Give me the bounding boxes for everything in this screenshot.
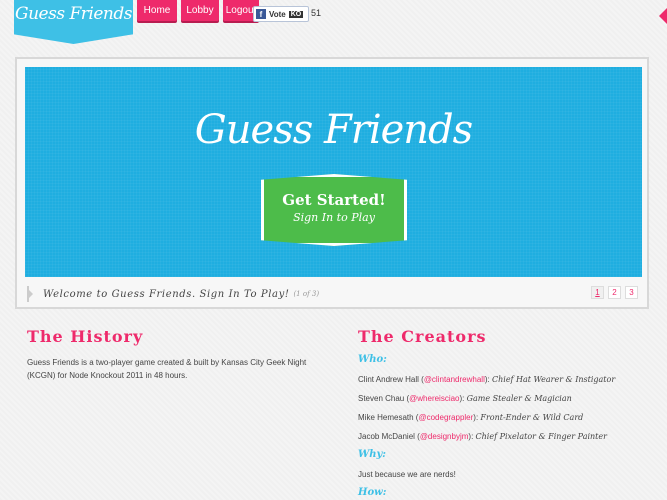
page-3[interactable]: 3 xyxy=(625,286,638,299)
creators-section: The Creators Who: Clint Andrew Hall (@cl… xyxy=(358,327,658,498)
creator-name: Clint Andrew Hall ( xyxy=(358,375,424,384)
arrow-left-icon[interactable] xyxy=(659,8,667,24)
creator-role: Front-Ender & Wild Card xyxy=(480,413,584,422)
slide-caption: Welcome to Guess Friends. Sign In To Pla… xyxy=(43,288,290,300)
creator-name: Steven Chau ( xyxy=(358,394,410,403)
slide-count: (1 of 3) xyxy=(293,290,320,298)
page-1[interactable]: 1 xyxy=(591,286,604,299)
nav-home[interactable]: Home xyxy=(137,0,177,21)
cta-sub-label: Sign In to Play xyxy=(293,211,375,224)
creator-item: Steven Chau (@whereisciao): Game Stealer… xyxy=(358,394,658,403)
creator-role: Game Stealer & Magician xyxy=(466,394,572,403)
why-text: Just because we are nerds! xyxy=(358,470,456,479)
history-section: The History Guess Friends is a two-playe… xyxy=(27,327,317,382)
history-text: Guess Friends is a two-player game creat… xyxy=(27,358,307,380)
main-nav: Home Lobby Logout xyxy=(137,0,259,21)
creators-heading: The Creators xyxy=(358,327,487,346)
creator-close: ): xyxy=(484,375,490,384)
how-label: How: xyxy=(358,487,387,498)
creator-close: ): xyxy=(473,413,479,422)
ko-badge: KO xyxy=(288,10,304,18)
creator-handle-link[interactable]: @designbyjm xyxy=(420,432,469,441)
creator-handle-link[interactable]: @clintandrewhall xyxy=(424,375,485,384)
logo-text: Guess Friends xyxy=(15,4,132,24)
history-heading: The History xyxy=(27,327,144,346)
site-logo[interactable]: Guess Friends xyxy=(14,0,133,44)
creator-name: Jacob McDaniel ( xyxy=(358,432,420,441)
vote-button[interactable]: f Vote KO xyxy=(253,6,309,22)
creator-name: Mike Hemesath ( xyxy=(358,413,419,422)
hero-banner: Guess Friends Get Started! Sign In to Pl… xyxy=(25,67,642,277)
cta-main-label: Get Started! xyxy=(282,191,386,209)
get-started-button[interactable]: Get Started! Sign In to Play xyxy=(261,174,407,246)
slide-pager: 1 2 3 xyxy=(591,286,638,299)
creator-item: Mike Hemesath (@codegrappler): Front-End… xyxy=(358,413,658,422)
hero-title: Guess Friends xyxy=(194,107,473,153)
why-label: Why: xyxy=(358,449,387,460)
hero-panel: Guess Friends Get Started! Sign In to Pl… xyxy=(15,57,649,309)
creator-close: ): xyxy=(459,394,465,403)
who-label: Who: xyxy=(358,354,387,365)
facebook-icon: f xyxy=(256,9,266,19)
slide-caption-bar: Welcome to Guess Friends. Sign In To Pla… xyxy=(25,283,642,305)
page-2[interactable]: 2 xyxy=(608,286,621,299)
creator-handle-link[interactable]: @whereisciao xyxy=(409,394,459,403)
creator-role: Chief Pixelator & Finger Painter xyxy=(475,432,607,441)
vote-count: 51 xyxy=(311,8,322,18)
creator-close: ): xyxy=(468,432,474,441)
caption-arrow-icon xyxy=(27,286,33,302)
creator-item: Clint Andrew Hall (@clintandrewhall): Ch… xyxy=(358,375,658,384)
creator-handle-link[interactable]: @codegrappler xyxy=(418,413,473,422)
creator-role: Chief Hat Wearer & Instigator xyxy=(491,375,616,384)
vote-label: Vote xyxy=(269,9,286,19)
nav-lobby[interactable]: Lobby xyxy=(181,0,219,21)
creator-item: Jacob McDaniel (@designbyjm): Chief Pixe… xyxy=(358,432,658,441)
